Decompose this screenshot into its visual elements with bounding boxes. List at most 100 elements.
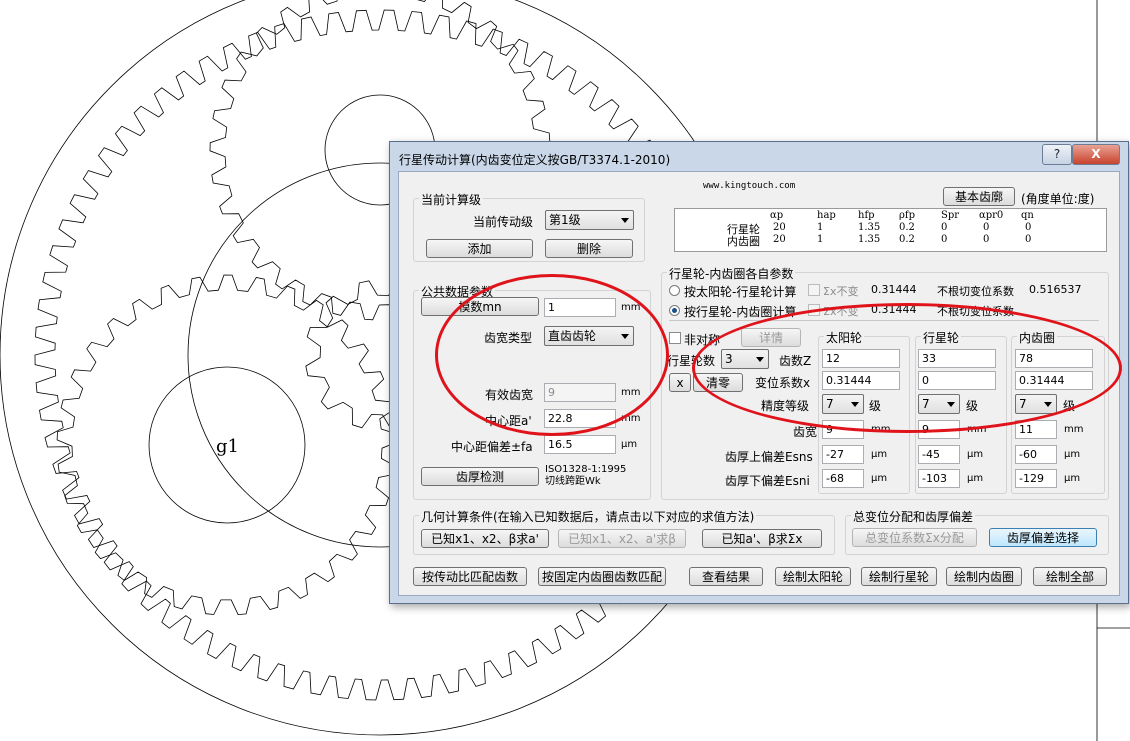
param-cell: 1 <box>817 234 824 245</box>
radio-planet-ring[interactable] <box>669 305 680 316</box>
planet-grade-value: 7 <box>922 397 930 411</box>
ring-shift-input[interactable]: 0.31444 <box>1015 371 1093 390</box>
sigma-unchanged-label-2: Σx不变 <box>823 305 859 318</box>
ring-upper-input[interactable]: -60 <box>1015 445 1057 464</box>
sigma-unchanged-label: Σx不变 <box>823 285 859 298</box>
dev-unit: μm <box>1064 473 1081 484</box>
planet-ring-title: 行星轮-内齿圈各自参数 <box>667 265 796 282</box>
total-shift-button[interactable]: 总变位系数Σx分配 <box>852 528 977 547</box>
planet-count-select[interactable]: 3 <box>721 349 769 369</box>
planet-grade-select[interactable]: 7 <box>918 394 960 414</box>
module-button[interactable]: 模数mn <box>421 297 539 316</box>
param-cell: 0 <box>941 222 948 233</box>
eff-width-input: 9 <box>544 383 616 402</box>
asymmetric-checkbox[interactable] <box>669 332 681 344</box>
sun-lower-input[interactable]: -68 <box>822 469 864 488</box>
param-header: ρfp <box>899 210 915 221</box>
param-row-name: 内齿圈 <box>727 235 760 248</box>
eff-width-label: 有效齿宽 <box>485 388 534 402</box>
dev-unit: μm <box>1064 449 1081 460</box>
planetary-calc-dialog: 行星传动计算(内齿变位定义按GB/T3374.1-2010) ? X www.k… <box>389 141 1129 604</box>
current-stage-label: 当前传动级 <box>473 215 534 229</box>
param-cell: 0.2 <box>899 234 915 245</box>
x-button[interactable]: x <box>669 373 691 392</box>
width-unit: mm <box>967 424 987 435</box>
sigma-unchanged-checkbox[interactable] <box>808 284 820 296</box>
dialog-titlebar[interactable]: 行星传动计算(内齿变位定义按GB/T3374.1-2010) ? X <box>390 142 1128 172</box>
param-cell: 1.35 <box>858 222 881 233</box>
basic-profile-button[interactable]: 基本齿廓 <box>943 187 1015 206</box>
chevron-down-icon <box>1044 402 1052 407</box>
gear-type-select[interactable]: 直齿齿轮 <box>544 326 634 346</box>
thickness-dev-select-button[interactable]: 齿厚偏差选择 <box>989 528 1097 547</box>
clear-button[interactable]: 清零 <box>693 373 743 392</box>
geometry-title: 几何计算条件(在输入已知数据后，请点击以下对应的求值方法) <box>419 508 757 525</box>
ring-teeth-input[interactable]: 78 <box>1015 349 1093 368</box>
no-undercut-label: 不根切变位系数 <box>937 285 1014 298</box>
add-stage-button[interactable]: 添加 <box>426 239 533 258</box>
dev-unit: μm <box>871 473 888 484</box>
sun-shift-input[interactable]: 0.31444 <box>822 371 900 390</box>
planet-upper-input[interactable]: -45 <box>918 445 960 464</box>
close-button[interactable]: X <box>1072 144 1120 165</box>
thickness-check-button[interactable]: 齿厚检测 <box>421 467 539 486</box>
draw-ring-button[interactable]: 绘制内齿圈 <box>946 567 1022 586</box>
help-button[interactable]: ? <box>1042 144 1072 165</box>
param-cell: 1.35 <box>858 234 881 245</box>
draw-sun-button[interactable]: 绘制太阳轮 <box>775 567 851 586</box>
dev-unit: μm <box>967 473 984 484</box>
ring-lower-input[interactable]: -129 <box>1015 469 1057 488</box>
geometry-btn-3[interactable]: 已知a'、β求Σx <box>702 529 822 548</box>
radio-sun-planet-label[interactable]: 按太阳轮-行星轮计算 <box>684 283 796 300</box>
sigma-unchanged-checkbox-2[interactable] <box>808 304 820 316</box>
param-header: Spr <box>941 210 960 221</box>
ring-width-input[interactable]: 11 <box>1015 420 1057 439</box>
radio-planet-ring-label[interactable]: 按行星轮-内齿圈计算 <box>684 303 796 320</box>
iso-line2: 切线跨距Wk <box>545 476 601 487</box>
planet-teeth-input[interactable]: 33 <box>918 349 996 368</box>
center-dev-input[interactable]: 16.5 <box>544 435 616 454</box>
geometry-btn-2[interactable]: 已知x1、x2、a'求β <box>558 529 686 548</box>
sun-width-input[interactable]: 9 <box>822 420 864 439</box>
chevron-down-icon <box>947 402 955 407</box>
shift-label: 变位系数x <box>755 376 811 390</box>
param-cell: 0 <box>983 222 990 233</box>
sun-grade-select[interactable]: 7 <box>822 394 864 414</box>
planet-lower-input[interactable]: -103 <box>918 469 960 488</box>
match-ring-teeth-button[interactable]: 按固定内齿圈齿数匹配 <box>538 567 666 586</box>
param-cell: 0 <box>1025 222 1032 233</box>
current-stage-select[interactable]: 第1级 <box>545 210 634 230</box>
sun-upper-input[interactable]: -27 <box>822 445 864 464</box>
sun-teeth-input[interactable]: 12 <box>822 349 900 368</box>
planet-shift-input[interactable]: 0 <box>918 371 996 390</box>
width-unit: mm <box>871 424 891 435</box>
module-input[interactable]: 1 <box>544 298 616 317</box>
center-dist-label: 中心距a' <box>485 414 532 428</box>
view-result-button[interactable]: 查看结果 <box>689 567 763 586</box>
center-dev-label: 中心距偏差±fa <box>451 440 533 454</box>
ring-grade-select[interactable]: 7 <box>1015 394 1057 414</box>
delete-stage-button[interactable]: 删除 <box>545 239 633 258</box>
gear-type-label: 齿宽类型 <box>484 331 533 345</box>
center-dist-unit: mm <box>621 413 641 424</box>
match-ratio-button[interactable]: 按传动比匹配齿数 <box>413 567 527 586</box>
no-undercut-value: 0.516537 <box>1029 283 1082 296</box>
eff-width-unit: mm <box>621 387 641 398</box>
dev-unit: μm <box>967 449 984 460</box>
sigma-value: 0.31444 <box>871 283 917 296</box>
gear-type-value: 直齿齿轮 <box>548 329 597 343</box>
grade-unit: 级 <box>1063 399 1076 413</box>
param-cell: 20 <box>773 234 786 245</box>
planet-width-input[interactable]: 9 <box>918 420 960 439</box>
teeth-label: 齿数Z <box>779 354 812 368</box>
center-dev-unit: μm <box>621 439 638 450</box>
draw-planet-button[interactable]: 绘制行星轮 <box>861 567 937 586</box>
detail-button[interactable]: 详情 <box>741 328 801 347</box>
geometry-btn-1[interactable]: 已知x1、x2、β求a' <box>421 529 549 548</box>
module-unit: mm <box>621 302 641 313</box>
draw-all-button[interactable]: 绘制全部 <box>1033 567 1107 586</box>
sun-column-title: 太阳轮 <box>824 329 865 346</box>
radio-sun-planet[interactable] <box>669 285 680 296</box>
website-label: www.kingtouch.com <box>703 181 796 191</box>
center-dist-input[interactable]: 22.8 <box>544 409 616 428</box>
